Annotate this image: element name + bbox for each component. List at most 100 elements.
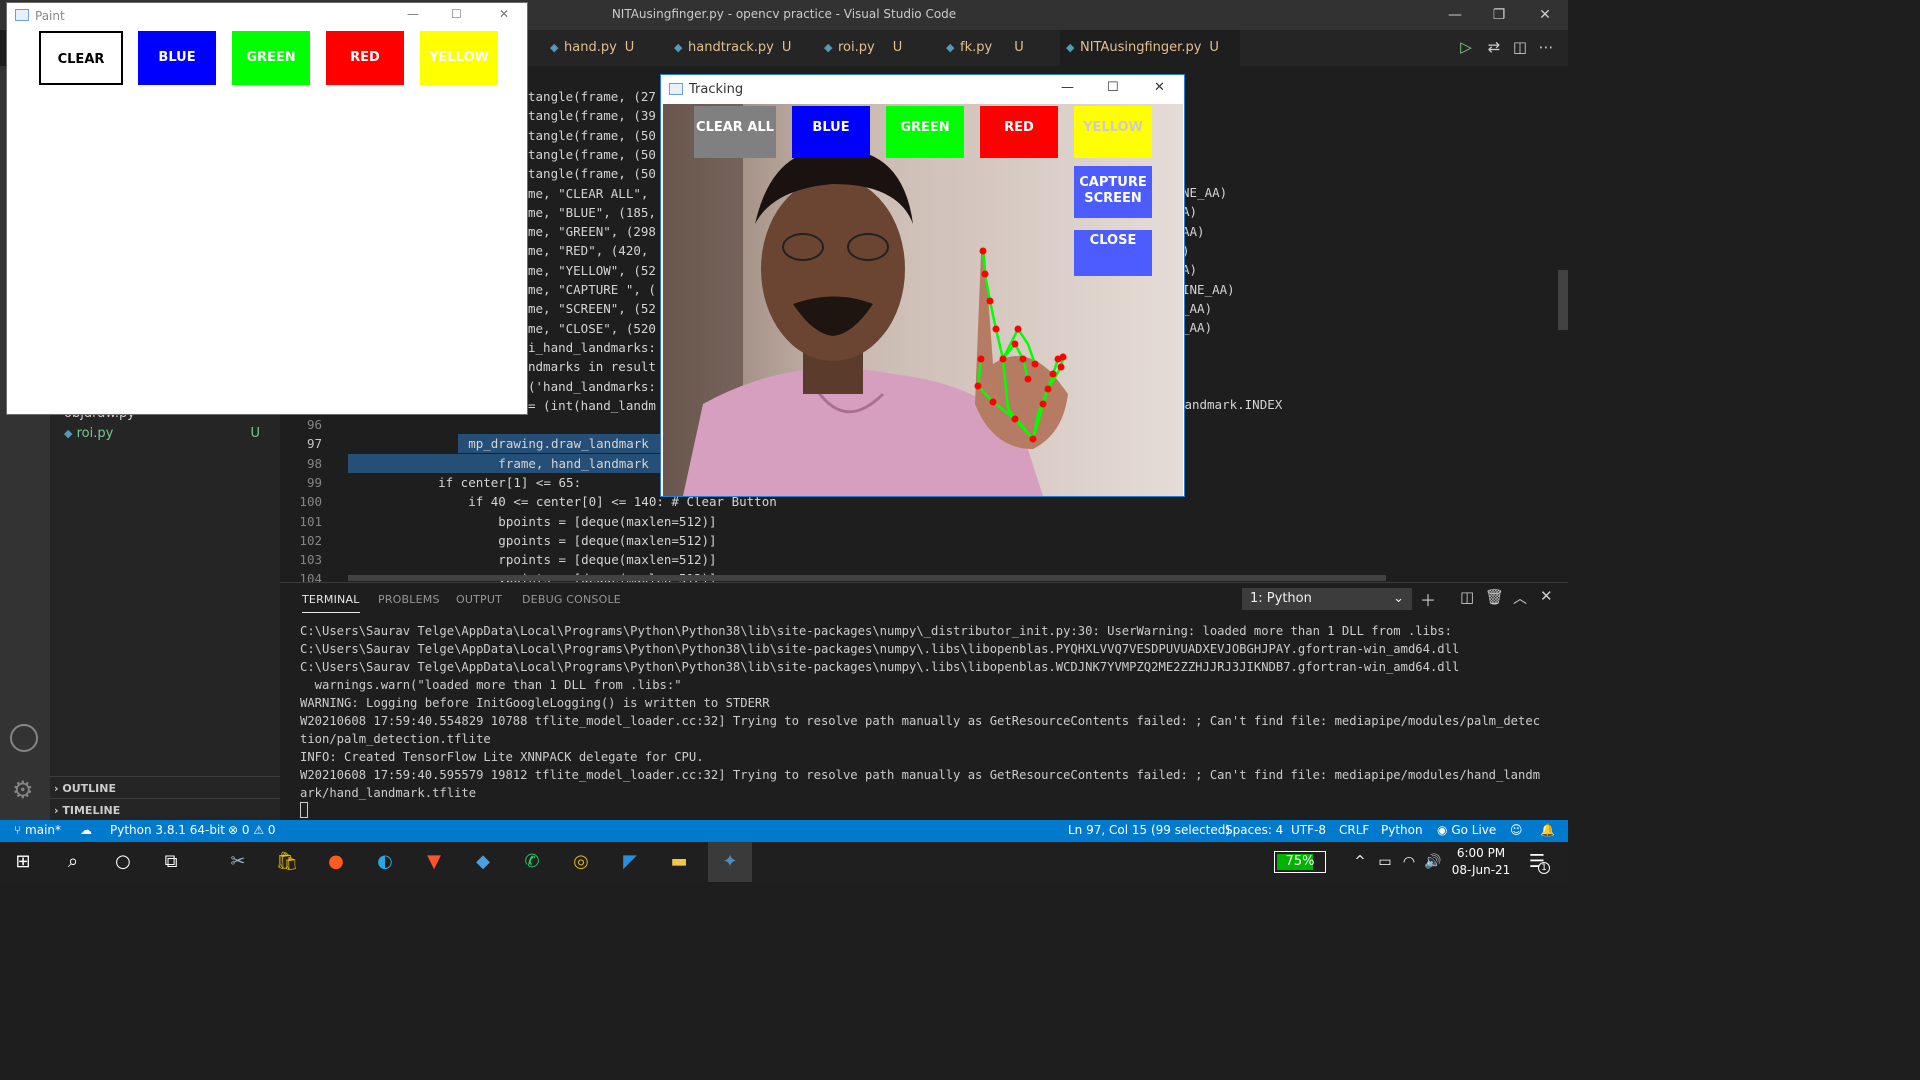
problems-count[interactable]: ⊗ 0 ⚠ 0 [228, 823, 276, 837]
chevron-up-icon[interactable]: ^ [1347, 850, 1373, 874]
cv-red-button[interactable]: RED [980, 106, 1058, 158]
python-icon[interactable]: ✦ [708, 842, 752, 882]
terminal-select[interactable]: 1: Python ⌄ [1242, 588, 1412, 610]
tab-output[interactable]: OUTPUT [456, 593, 502, 606]
tab-problems[interactable]: PROBLEMS [378, 593, 440, 606]
edge-icon[interactable]: ◐ [372, 850, 398, 874]
encoding[interactable]: UTF-8 [1291, 823, 1326, 837]
brave-icon[interactable]: ▼ [421, 850, 447, 874]
minimize-button[interactable]: — [407, 7, 419, 21]
close-window-button[interactable]: ✕ [1154, 80, 1165, 95]
code-fragment-line: me, "YELLOW", (52 [528, 262, 656, 278]
tab-hand[interactable]: ◆ hand.py U [544, 30, 662, 66]
cv-green-button[interactable]: GREEN [886, 106, 964, 158]
python-interpreter[interactable]: Python 3.8.1 64-bit [110, 823, 225, 837]
trash-icon[interactable]: 🗑 [1485, 588, 1504, 606]
code-line: gpoints = [deque(maxlen=512)] [408, 532, 717, 548]
paint-blue-button[interactable]: BLUE [138, 31, 216, 85]
cv-close-button[interactable]: CLOSE [1074, 230, 1152, 276]
gear-icon[interactable]: ⚙ [12, 776, 34, 804]
tab-handtrack[interactable]: ◆ handtrack.py U [668, 30, 808, 66]
outline-section[interactable]: › OUTLINE [50, 776, 280, 798]
go-live-button[interactable]: ◉ Go Live [1437, 823, 1496, 837]
button-label: YELLOW [1083, 120, 1143, 135]
window-app-icon [669, 83, 683, 95]
vscode-icon[interactable]: ◤ [617, 850, 643, 874]
webcam-image [663, 104, 1183, 496]
branch-status[interactable]: ⑂ main* [14, 823, 61, 837]
paint-red-button[interactable]: RED [326, 31, 404, 85]
task-view-icon[interactable]: ⧉ [158, 850, 184, 874]
terminal-cursor [300, 802, 308, 818]
tab-debug-console[interactable]: DEBUG CONSOLE [522, 593, 621, 606]
horizontal-scrollbar[interactable] [348, 575, 1386, 581]
cv-capture-screen-button[interactable]: CAPTURE SCREEN [1074, 166, 1152, 218]
tab-label: handtrack.py [688, 40, 774, 55]
indentation[interactable]: Spaces: 4 [1225, 823, 1283, 837]
store-icon[interactable]: 🛍 [274, 850, 300, 874]
maximize-button[interactable]: ☐ [451, 7, 462, 21]
paint-window[interactable]: Paint — ☐ ✕ CLEAR BLUE GREEN RED YELLOW [6, 2, 528, 415]
app-icon[interactable]: ◆ [470, 850, 496, 874]
cortana-icon[interactable]: ○ [110, 850, 136, 874]
sync-icon[interactable]: ☁ [80, 823, 92, 837]
tab-roi[interactable]: ◆ roi.py U [818, 30, 918, 66]
feedback-icon[interactable]: ☺ [1510, 823, 1523, 837]
untracked-mark: U [892, 40, 903, 55]
whatsapp-icon[interactable]: ✆ [519, 850, 545, 874]
untracked-mark: U [624, 40, 635, 55]
chrome-icon[interactable]: ◎ [568, 850, 594, 874]
file-explorer-icon[interactable]: ▬ [666, 850, 692, 874]
cv-clear-all-button[interactable]: CLEAR ALL [694, 106, 776, 158]
line-number: 103 [299, 552, 322, 568]
button-label: CLEAR [57, 52, 105, 67]
paint-yellow-button[interactable]: YELLOW [420, 31, 498, 85]
vertical-scrollbar[interactable] [1558, 270, 1568, 330]
maximize-button[interactable]: ☐ [1107, 80, 1119, 95]
explorer-file-roi[interactable]: ◆ roi.py U [64, 426, 274, 441]
cursor-position[interactable]: Ln 97, Col 15 (99 selected) [1068, 823, 1230, 837]
code-fragment-line: tangle(frame, (50 [528, 166, 656, 182]
button-label: YELLOW [429, 50, 489, 65]
maximize-button[interactable]: ❐ [1476, 4, 1522, 26]
account-icon[interactable] [10, 724, 38, 752]
tracking-window[interactable]: Tracking — ☐ ✕ CLEAR ALL BLUE GREEN RED … [660, 74, 1185, 497]
battery-indicator[interactable]: 75% [1274, 851, 1326, 873]
wifi-icon[interactable]: ◠ [1396, 850, 1422, 874]
line-number: 97 [306, 436, 322, 452]
close-window-button[interactable]: ✕ [499, 7, 509, 21]
button-label: GREEN [900, 120, 950, 135]
cv-yellow-button[interactable]: YELLOW [1074, 106, 1152, 158]
timeline-section[interactable]: › TIMELINE [50, 798, 280, 820]
notifications-bell-icon[interactable]: 🔔 [1540, 823, 1555, 837]
run-icon[interactable]: ▷ [1456, 38, 1476, 56]
minimize-button[interactable]: — [1432, 4, 1478, 26]
battery-icon[interactable]: ▭ [1372, 850, 1398, 874]
snipping-tool-icon[interactable]: ✂ [225, 850, 251, 874]
new-terminal-icon[interactable]: ＋ [1420, 587, 1436, 611]
tab-terminal[interactable]: TERMINAL [302, 593, 360, 613]
volume-icon[interactable]: 🔊 [1420, 850, 1446, 874]
language-mode[interactable]: Python [1381, 823, 1423, 837]
close-panel-icon[interactable]: ✕ [1540, 587, 1553, 605]
split-terminal-icon[interactable]: ◫ [1460, 588, 1474, 606]
close-window-button[interactable]: ✕ [1522, 4, 1568, 26]
chevron-up-icon[interactable]: ︿ [1513, 588, 1527, 608]
windows-start-icon[interactable]: ⊞ [10, 850, 36, 874]
minimize-button[interactable]: — [1061, 80, 1074, 95]
clock[interactable]: 6:00 PM 08-Jun-21 [1448, 845, 1514, 879]
tab-fk[interactable]: ◆ fk.py U [940, 30, 1040, 66]
split-editor-icon[interactable]: ◫ [1510, 38, 1530, 56]
more-actions-icon[interactable]: ⋯ [1536, 38, 1556, 56]
tab-nitausingfinger[interactable]: ◆ NITAusingfinger.pyU × [1060, 30, 1240, 91]
code-fragment-line: AA) [1182, 224, 1205, 239]
code-fragment-line: me, "CLEAR ALL", [528, 185, 649, 201]
paint-green-button[interactable]: GREEN [232, 31, 310, 85]
search-icon[interactable]: ⌕ [60, 850, 86, 874]
code-fragment-line: NE_AA) [1182, 185, 1228, 200]
cv-blue-button[interactable]: BLUE [792, 106, 870, 158]
firefox-like-browser-icon[interactable]: ● [323, 850, 349, 874]
compare-icon[interactable]: ⇄ [1484, 38, 1504, 56]
line-ending[interactable]: CRLF [1339, 823, 1369, 837]
paint-clear-button[interactable]: CLEAR [39, 31, 123, 85]
